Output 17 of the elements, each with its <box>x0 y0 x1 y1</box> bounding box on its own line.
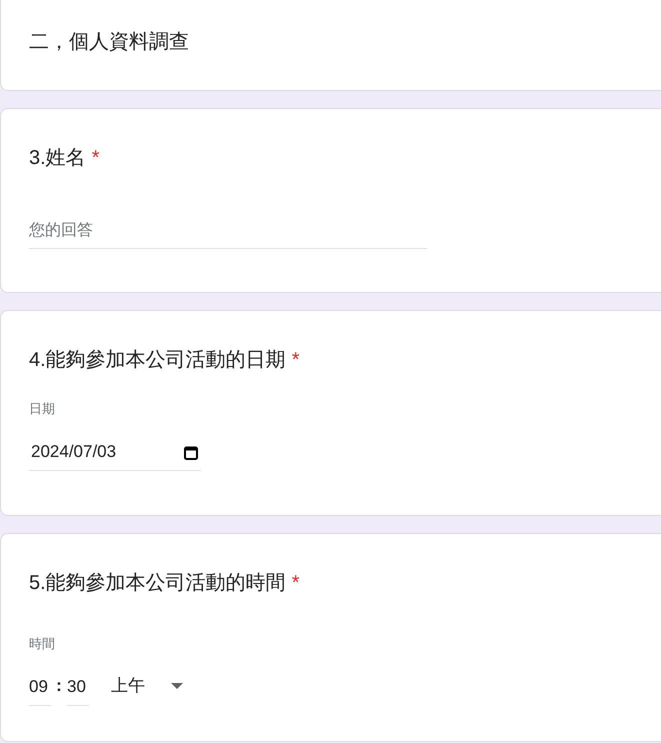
hour-field[interactable]: 09 <box>29 675 51 706</box>
minute-field[interactable]: 30 <box>67 675 89 706</box>
caret-icon <box>171 682 183 688</box>
period-dropdown[interactable]: 上午 <box>111 674 183 707</box>
time-separator: : <box>55 676 63 696</box>
question-title: 5.能夠參加本公司活動的時間 <box>29 571 286 596</box>
field-label: 日期 <box>29 400 56 418</box>
date-field[interactable]: 2024/07/03 <box>29 442 201 471</box>
required-asterisk: * <box>92 146 100 171</box>
field-label: 時間 <box>29 635 56 653</box>
question-title: 4.能夠參加本公司活動的日期 <box>29 348 286 373</box>
answer-field[interactable]: 您的回答 <box>29 216 427 249</box>
section-title: 二，個人資料調查 <box>29 30 190 55</box>
calendar-icon[interactable] <box>184 444 198 460</box>
required-asterisk: * <box>292 348 300 373</box>
question-title: 3.姓名 <box>29 146 86 171</box>
required-asterisk: * <box>292 571 300 596</box>
